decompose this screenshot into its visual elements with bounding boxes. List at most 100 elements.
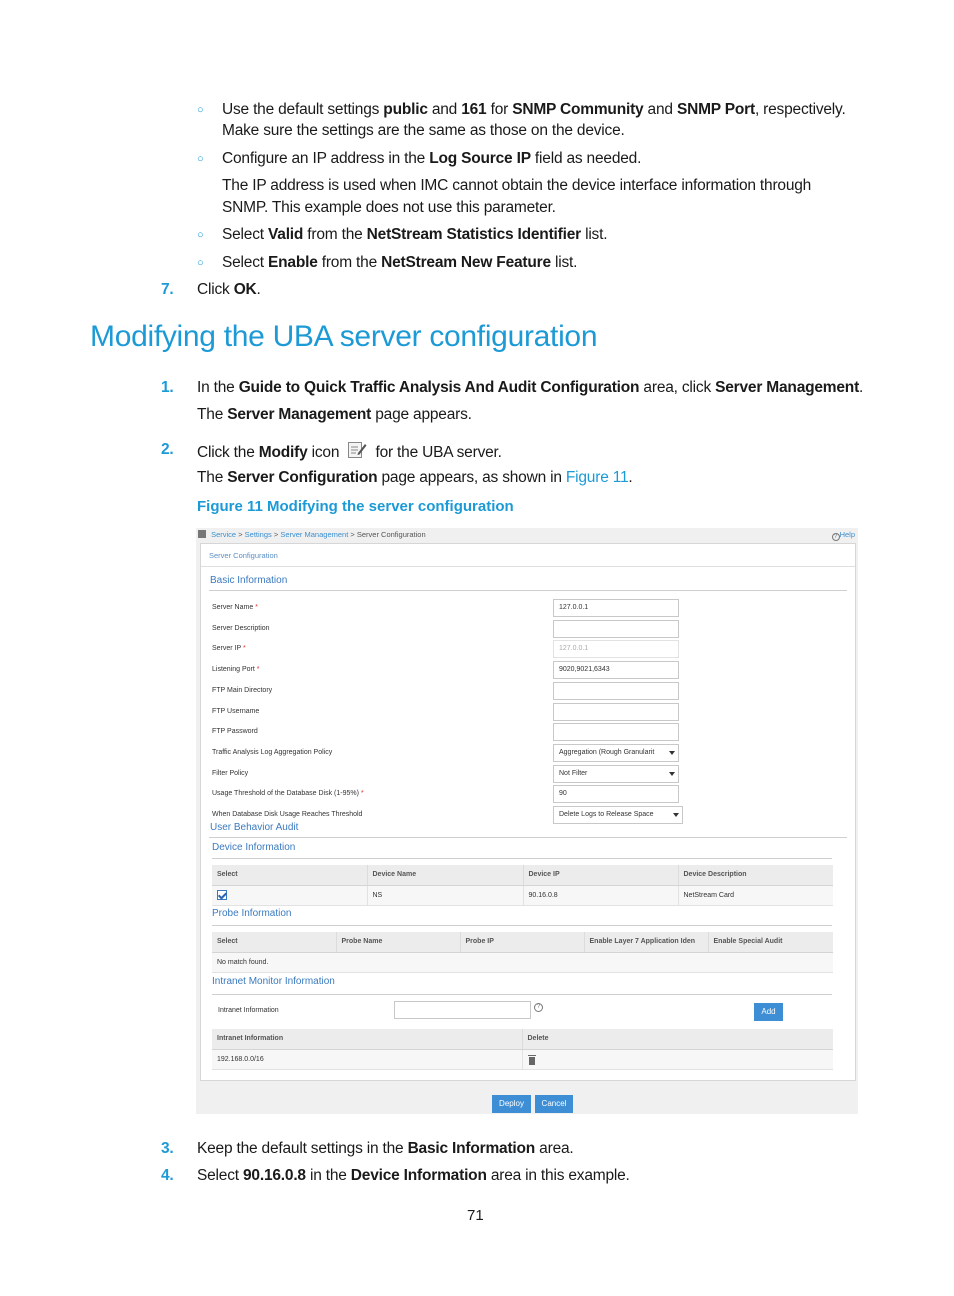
required-marker: *	[358, 790, 364, 798]
divider	[212, 925, 832, 926]
step-4-text: Select 90.16.0.8 in the Device Informati…	[197, 1167, 630, 1184]
col-probe-ip[interactable]: Probe IP	[460, 932, 585, 953]
help-icon[interactable]: ?	[534, 1003, 543, 1012]
server-configuration-screenshot: Service > Settings > Server Management >…	[196, 528, 858, 1114]
bullet-icon: ○	[197, 153, 204, 165]
modify-icon	[347, 440, 367, 460]
field-select[interactable]: Aggregation (Rough Granularit	[553, 743, 679, 762]
col-probe-name[interactable]: Probe Name	[336, 932, 461, 953]
col-device-ip[interactable]: Device IP	[523, 865, 679, 886]
field-label: Server Description	[212, 624, 270, 632]
server-configuration-panel: Server Configuration Basic Information U…	[200, 543, 856, 1081]
col-device-name[interactable]: Device Name	[367, 865, 524, 886]
step-number: 1.	[161, 379, 174, 396]
paragraph-ip-note-1: The IP address is used when IMC cannot o…	[222, 177, 812, 194]
bullet-icon: ○	[197, 257, 204, 269]
step-2-result: The Server Configuration page appears, a…	[197, 469, 633, 486]
device-checkbox[interactable]	[217, 890, 227, 900]
bullet-text-snmp: Use the default settings public and 161 …	[222, 101, 846, 118]
probe-information-title: Probe Information	[212, 908, 292, 919]
divider	[212, 994, 832, 995]
bullet-icon: ○	[197, 104, 204, 116]
device-table: Select Device Name Device IP Device Desc…	[212, 865, 833, 906]
field-input[interactable]	[553, 702, 679, 721]
breadcrumb-service[interactable]: Service	[211, 530, 236, 539]
device-information-title: Device Information	[212, 842, 296, 853]
field-input[interactable]: 9020,9021,6343	[553, 661, 679, 680]
table-row[interactable]: NS 90.16.0.8 NetStream Card	[212, 885, 833, 906]
step-1-result: The Server Management page appears.	[197, 406, 472, 423]
page-number: 71	[467, 1207, 484, 1224]
field-input[interactable]: 90	[553, 785, 679, 804]
step-1-text: In the Guide to Quick Traffic Analysis A…	[197, 379, 864, 396]
paragraph-ip-note-2: SNMP. This example does not use this par…	[222, 199, 556, 216]
chevron-down-icon	[673, 813, 679, 817]
field-input[interactable]	[553, 723, 679, 742]
bullet-text-enable: Select Enable from the NetStream New Fea…	[222, 254, 578, 271]
bullet-text-snmp-cont: Make sure the settings are the same as t…	[222, 122, 625, 139]
breadcrumb-current: Server Configuration	[356, 530, 426, 539]
field-input[interactable]	[553, 619, 679, 638]
user-behavior-audit-title: User Behavior Audit	[210, 822, 299, 833]
col-enable-layer7[interactable]: Enable Layer 7 Application Iden	[584, 932, 709, 953]
col-enable-special-audit[interactable]: Enable Special Audit	[708, 932, 833, 953]
cancel-button[interactable]: Cancel	[535, 1095, 573, 1113]
step-2-text: Click the Modify icon for the UBA server…	[197, 440, 502, 463]
breadcrumb-server-management[interactable]: Server Management	[280, 530, 348, 539]
panel-title: Server Configuration	[209, 551, 278, 560]
step-number: 2.	[161, 441, 174, 458]
field-select[interactable]: Delete Logs to Release Space	[553, 806, 683, 824]
field-input[interactable]: 127.0.0.1	[553, 599, 679, 617]
empty-message: No match found.	[212, 952, 833, 973]
field-label: FTP Username	[212, 707, 260, 715]
device-name: NS	[367, 885, 524, 906]
step-7-text: Click OK.	[197, 281, 261, 298]
divider	[201, 566, 855, 567]
col-device-description[interactable]: Device Description	[678, 865, 833, 886]
step-3-text: Keep the default settings in the Basic I…	[197, 1140, 574, 1157]
bullet-text-valid: Select Valid from the NetStream Statisti…	[222, 226, 608, 243]
required-marker: *	[253, 604, 258, 611]
breadcrumb: Service > Settings > Server Management >…	[198, 530, 426, 539]
col-delete: Delete	[522, 1029, 833, 1050]
field-input[interactable]	[553, 681, 679, 700]
required-marker: *	[254, 666, 260, 674]
basic-information-title: Basic Information	[210, 575, 288, 586]
deploy-button[interactable]: Deploy	[492, 1095, 531, 1113]
col-intranet-information[interactable]: Intranet Information	[212, 1029, 523, 1050]
field-label: FTP Password	[212, 728, 258, 736]
col-select[interactable]: Select	[212, 932, 337, 953]
field-input: 127.0.0.1	[553, 640, 679, 659]
table-row: 192.168.0.0/16	[212, 1049, 833, 1070]
breadcrumb-settings[interactable]: Settings	[245, 530, 272, 539]
section-heading: Modifying the UBA server configuration	[90, 320, 598, 353]
intranet-information-label: Intranet Information	[218, 1007, 279, 1014]
add-button[interactable]: Add	[754, 1003, 783, 1021]
field-label: Server Name *	[212, 604, 258, 611]
divider	[209, 837, 847, 838]
table-row: No match found.	[212, 952, 833, 973]
step-number: 7.	[161, 281, 174, 298]
field-label: Server IP *	[212, 645, 246, 653]
intranet-monitor-title: Intranet Monitor Information	[212, 976, 335, 987]
trash-icon[interactable]	[527, 1054, 536, 1065]
device-ip: 90.16.0.8	[523, 885, 679, 906]
step-number: 3.	[161, 1140, 174, 1157]
figure-link[interactable]: Figure 11	[566, 469, 629, 486]
chevron-down-icon	[669, 750, 675, 755]
intranet-information-input[interactable]	[394, 1001, 531, 1019]
intranet-value: 192.168.0.0/16	[212, 1049, 523, 1070]
chevron-down-icon	[669, 771, 675, 776]
col-select[interactable]: Select	[212, 865, 368, 886]
probe-table: Select Probe Name Probe IP Enable Layer …	[212, 932, 833, 973]
field-label: FTP Main Directory	[212, 686, 273, 694]
service-icon	[198, 530, 206, 538]
required-marker: *	[241, 645, 246, 653]
intranet-table: Intranet Information Delete 192.168.0.0/…	[212, 1029, 833, 1070]
field-label: Usage Threshold of the Database Disk (1-…	[212, 790, 364, 798]
help-link[interactable]: ? Help	[831, 530, 855, 541]
divider	[212, 858, 832, 859]
help-icon: ?	[831, 533, 840, 541]
field-select[interactable]: Not Filter	[553, 764, 679, 783]
figure-caption: Figure 11 Modifying the server configura…	[197, 498, 514, 515]
